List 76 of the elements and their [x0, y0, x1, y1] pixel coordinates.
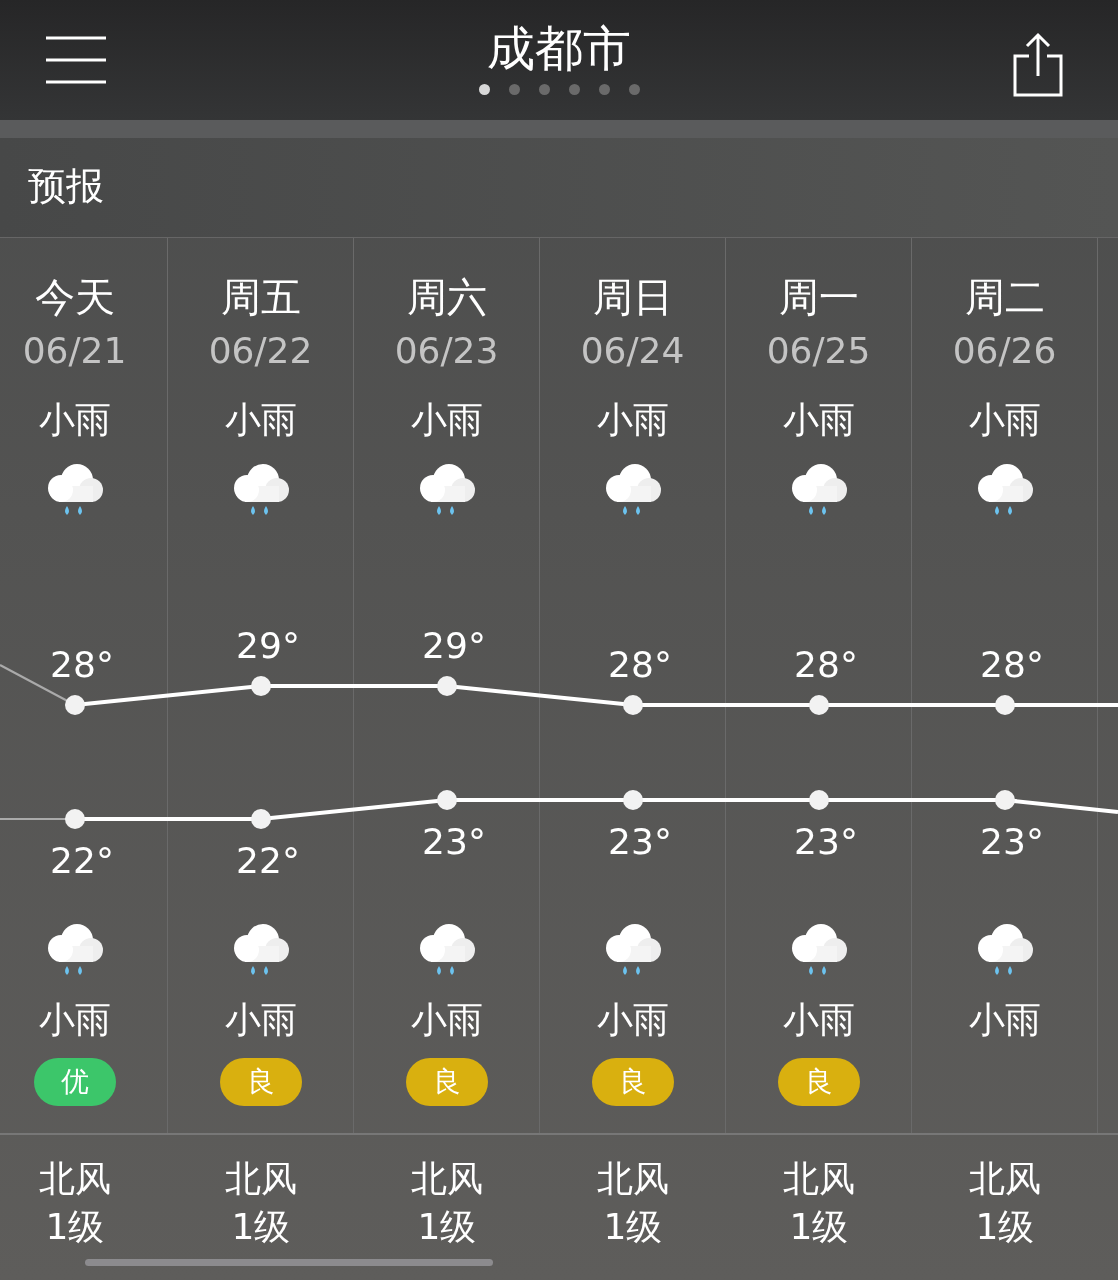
temperature-label: 23° — [608, 821, 672, 862]
scrollbar[interactable] — [85, 1259, 493, 1266]
wind-level: 1级 — [417, 1205, 477, 1249]
date-label: 06/21 — [22, 329, 127, 373]
page-indicator-dot[interactable] — [568, 83, 580, 95]
date-label: 06/26 — [952, 329, 1057, 373]
day-condition: 小雨 — [38, 398, 111, 442]
wind-direction: 北风 — [597, 1157, 669, 1201]
night-condition: 小雨 — [782, 998, 855, 1042]
wind-direction: 北风 — [969, 1157, 1041, 1201]
temperature-label: 29° — [422, 625, 486, 666]
temperature-label: 28° — [608, 644, 672, 685]
temperature-point — [809, 695, 829, 715]
wind-direction: 北风 — [39, 1157, 111, 1201]
temperature-label: 23° — [980, 821, 1044, 862]
day-name: 周五 — [220, 273, 301, 322]
temperature-point — [251, 676, 271, 696]
air-quality-badge: 良 — [219, 1058, 302, 1106]
day-condition: 小雨 — [224, 398, 297, 442]
temperature-point — [437, 790, 457, 810]
page-indicator-dot[interactable] — [478, 83, 490, 95]
temperature-point — [65, 695, 85, 715]
day-name: 周一 — [778, 273, 859, 322]
temperature-point — [995, 695, 1015, 715]
temperature-label: 28° — [980, 644, 1044, 685]
temperature-point — [65, 809, 85, 829]
air-quality-badge: 良 — [777, 1058, 860, 1106]
air-quality-badge: 良 — [405, 1058, 488, 1106]
date-label: 06/24 — [580, 329, 685, 373]
temperature-point — [437, 676, 457, 696]
page-indicator-dot[interactable] — [598, 83, 610, 95]
wind-level: 1级 — [45, 1205, 105, 1249]
page-indicator-dot[interactable] — [628, 83, 640, 95]
date-label: 06/22 — [208, 329, 313, 373]
city-title: 成都市 — [487, 18, 631, 78]
temperature-point — [809, 790, 829, 810]
air-quality-badge: 优 — [33, 1058, 116, 1106]
night-condition: 小雨 — [968, 998, 1041, 1042]
share-icon[interactable] — [1012, 32, 1064, 98]
night-condition: 小雨 — [410, 998, 483, 1042]
night-condition: 小雨 — [38, 998, 111, 1042]
wind-level: 1级 — [603, 1205, 663, 1249]
day-condition: 小雨 — [596, 398, 669, 442]
wind-direction: 北风 — [225, 1157, 297, 1201]
menu-icon[interactable] — [46, 36, 106, 84]
air-quality-badge: 良 — [591, 1058, 674, 1106]
date-label: 06/25 — [766, 329, 871, 373]
temperature-label: 28° — [50, 644, 114, 685]
temperature-label: 23° — [794, 821, 858, 862]
temperature-label: 22° — [50, 840, 114, 881]
temperature-point — [995, 790, 1015, 810]
wind-direction: 北风 — [411, 1157, 483, 1201]
forecast-section-title: 预报 — [0, 138, 1118, 238]
day-condition: 小雨 — [782, 398, 855, 442]
day-condition: 小雨 — [410, 398, 483, 442]
night-condition: 小雨 — [596, 998, 669, 1042]
temperature-label: 22° — [236, 840, 300, 881]
temperature-label: 23° — [422, 821, 486, 862]
day-name: 周二 — [964, 273, 1045, 322]
temperature-point — [623, 790, 643, 810]
day-condition: 小雨 — [968, 398, 1041, 442]
page-indicator-dot[interactable] — [508, 83, 520, 95]
wind-level: 1级 — [231, 1205, 291, 1249]
temperature-point — [623, 695, 643, 715]
day-name: 今天 — [34, 273, 115, 322]
wind-direction: 北风 — [783, 1157, 855, 1201]
wind-level: 1级 — [789, 1205, 849, 1249]
temperature-label: 28° — [794, 644, 858, 685]
date-label: 06/23 — [394, 329, 499, 373]
temperature-point — [251, 809, 271, 829]
wind-level: 1级 — [975, 1205, 1035, 1249]
page-indicator-dot[interactable] — [538, 83, 550, 95]
night-condition: 小雨 — [224, 998, 297, 1042]
day-name: 周六 — [406, 273, 487, 322]
temperature-label: 29° — [236, 625, 300, 666]
day-name: 周日 — [592, 273, 673, 322]
